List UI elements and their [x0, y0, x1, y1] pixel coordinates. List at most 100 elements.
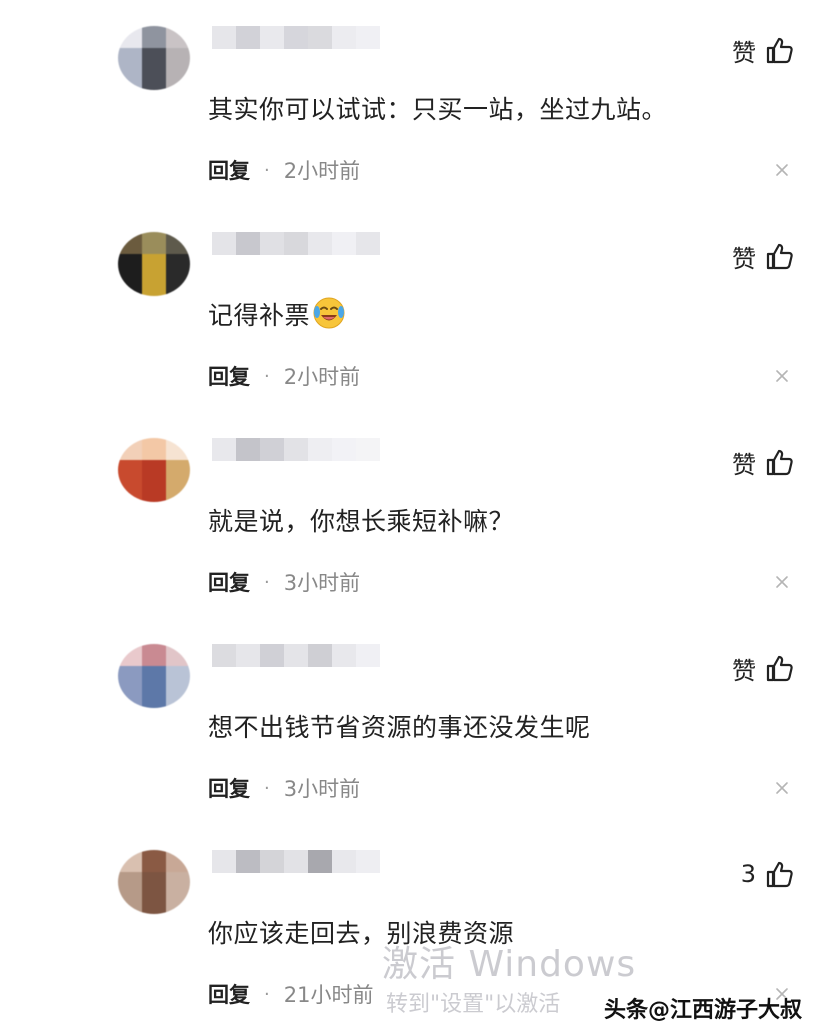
avatar[interactable] [118, 438, 190, 502]
avatar[interactable] [118, 850, 190, 914]
separator-dot: · [264, 159, 270, 181]
avatar-pixel [166, 644, 190, 666]
username-pixel [332, 644, 356, 667]
username-pixel [260, 26, 284, 49]
username-pixel [308, 644, 332, 667]
username-blurred[interactable] [212, 644, 382, 690]
comment-text-row: 想不出钱节省资源的事还没发生呢 [208, 708, 591, 744]
username-pixel [236, 232, 260, 255]
avatar[interactable] [118, 644, 190, 708]
username-pixel [308, 438, 332, 461]
username-pixel [308, 26, 332, 49]
username-pixel [212, 850, 236, 873]
comment-meta: 回复 · 3小时前 [208, 772, 360, 804]
close-icon[interactable] [774, 162, 790, 178]
avatar-pixel [166, 872, 190, 914]
avatar-pixel [142, 26, 166, 48]
comment-item: 赞其实你可以试试：只买一站，坐过九站。 回复 · 2小时前 [0, 0, 816, 206]
username-blurred[interactable] [212, 232, 382, 278]
windows-activation-hint: 转到"设置"以激活 [386, 992, 561, 1017]
username-pixel [236, 438, 260, 461]
username-pixel [260, 232, 284, 255]
reply-button[interactable]: 回复 [208, 979, 250, 1009]
avatar-pixel [142, 232, 166, 254]
like-button[interactable]: 赞 [732, 648, 794, 688]
username-pixel [308, 850, 332, 873]
close-icon[interactable] [774, 368, 790, 384]
username-pixel [356, 232, 380, 255]
like-label: 3 [740, 860, 756, 888]
username-pixel [356, 644, 380, 667]
like-label: 赞 [732, 656, 756, 685]
comment-text: 记得补票 [208, 301, 311, 330]
thumbs-up-icon [766, 36, 794, 64]
crying-laughing-emoji [312, 296, 346, 330]
comment-meta: 回复 · 3小时前 [208, 566, 360, 598]
reply-button[interactable]: 回复 [208, 155, 250, 185]
username-blurred[interactable] [212, 26, 382, 72]
comment-meta: 回复 · 2小时前 [208, 154, 360, 186]
avatar-pixel [166, 666, 190, 708]
like-button[interactable]: 赞 [732, 442, 794, 482]
avatar-pixel [166, 850, 190, 872]
comment-text: 就是说，你想长乘短补嘛？ [208, 507, 515, 536]
reply-button[interactable]: 回复 [208, 361, 250, 391]
source-credit: 头条@江西游子大叔 [603, 998, 802, 1023]
avatar-pixel [118, 666, 142, 708]
comment-meta: 回复 · 21小时前 [208, 978, 373, 1010]
username-pixel [260, 438, 284, 461]
avatar[interactable] [118, 232, 190, 296]
username-pixel [284, 438, 308, 461]
close-icon[interactable] [774, 780, 790, 796]
username-pixel [332, 232, 356, 255]
username-pixel [260, 850, 284, 873]
timestamp: 2小时前 [283, 365, 361, 389]
username-pixel [308, 232, 332, 255]
username-pixel [212, 26, 236, 49]
reply-button[interactable]: 回复 [208, 567, 250, 597]
avatar-pixel [118, 644, 142, 666]
username-pixel [260, 644, 284, 667]
comment-text-row: 记得补票 [208, 296, 346, 332]
username-pixel [332, 438, 356, 461]
like-button[interactable]: 赞 [732, 30, 794, 70]
reply-button[interactable]: 回复 [208, 773, 250, 803]
thumbs-up-icon [766, 654, 794, 682]
avatar-pixel [118, 460, 142, 502]
avatar-pixel [118, 232, 142, 254]
avatar-pixel [166, 48, 190, 90]
close-icon[interactable] [774, 574, 790, 590]
avatar-pixel [118, 26, 142, 48]
username-pixel [284, 232, 308, 255]
avatar-pixel [166, 438, 190, 460]
timestamp: 21小时前 [283, 983, 374, 1007]
separator-dot: · [264, 983, 270, 1005]
username-pixel [212, 644, 236, 667]
username-pixel [284, 850, 308, 873]
avatar[interactable] [118, 26, 190, 90]
username-blurred[interactable] [212, 850, 382, 896]
like-button[interactable]: 3 [741, 854, 794, 894]
avatar-pixel [142, 666, 166, 708]
avatar-pixel [166, 254, 190, 296]
avatar-pixel [142, 850, 166, 872]
separator-dot: · [264, 777, 270, 799]
comment-text-row: 就是说，你想长乘短补嘛？ [208, 502, 514, 538]
comment-text: 想不出钱节省资源的事还没发生呢 [208, 713, 591, 742]
thumbs-up-icon [766, 860, 794, 888]
username-blurred[interactable] [212, 438, 382, 484]
avatar-pixel [166, 26, 190, 48]
like-button[interactable]: 赞 [732, 236, 794, 276]
windows-activation-watermark: 激活 Windows [382, 944, 637, 985]
username-pixel [236, 26, 260, 49]
avatar-pixel [142, 438, 166, 460]
avatar-pixel [166, 460, 190, 502]
comment-item: 赞就是说，你想长乘短补嘛？ 回复 · 3小时前 [0, 412, 816, 618]
separator-dot: · [264, 571, 270, 593]
avatar-pixel [142, 48, 166, 90]
timestamp: 3小时前 [283, 777, 361, 801]
username-pixel [212, 232, 236, 255]
like-label: 赞 [732, 450, 756, 479]
comment-item: 赞记得补票 回复 · 2小时前 [0, 206, 816, 412]
avatar-pixel [118, 872, 142, 914]
